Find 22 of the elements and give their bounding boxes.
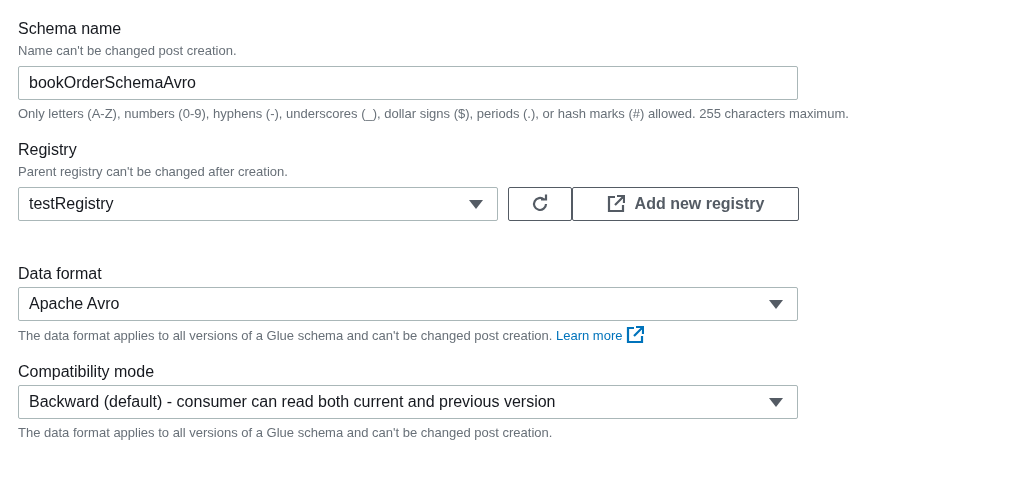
- caret-icon: [469, 199, 483, 209]
- learn-more-link[interactable]: Learn more: [555, 328, 645, 343]
- help-text: The data format applies to all versions of a Glue schema and can't be changed post creation. Learn more: [18, 326, 645, 345]
- refresh-icon: [530, 194, 550, 214]
- field-label: Schema name: [18, 19, 122, 39]
- select-field[interactable]: testRegistry: [18, 187, 498, 221]
- field-description: Name can't be changed post creation.: [18, 42, 237, 60]
- help-text: Only letters (A-Z), numbers (0-9), hyphens (-), underscores (_), dollar signs ($), periods (.), or hash marks (#) allowed. 255 characters maximum.: [18, 105, 849, 123]
- external-link-icon: [606, 195, 625, 213]
- field-label: Registry: [18, 140, 77, 160]
- caret-icon: [769, 397, 783, 407]
- add-registry-button[interactable]: Add new registry: [572, 187, 799, 221]
- field-label: Compatibility mode: [18, 362, 155, 382]
- select-field[interactable]: Apache Avro: [18, 287, 798, 321]
- field-description: Parent registry can't be changed after creation.: [18, 163, 288, 181]
- refresh-button[interactable]: [508, 187, 572, 221]
- external-link-icon: [626, 326, 645, 344]
- select-field[interactable]: Backward (default) - consumer can read both current and previous version: [18, 385, 798, 419]
- input-field[interactable]: bookOrderSchemaAvro: [18, 66, 798, 100]
- field-label: Data format: [18, 264, 102, 284]
- help-text: The data format applies to all versions of a Glue schema and can't be changed post creation.: [18, 424, 553, 442]
- caret-icon: [769, 299, 783, 309]
